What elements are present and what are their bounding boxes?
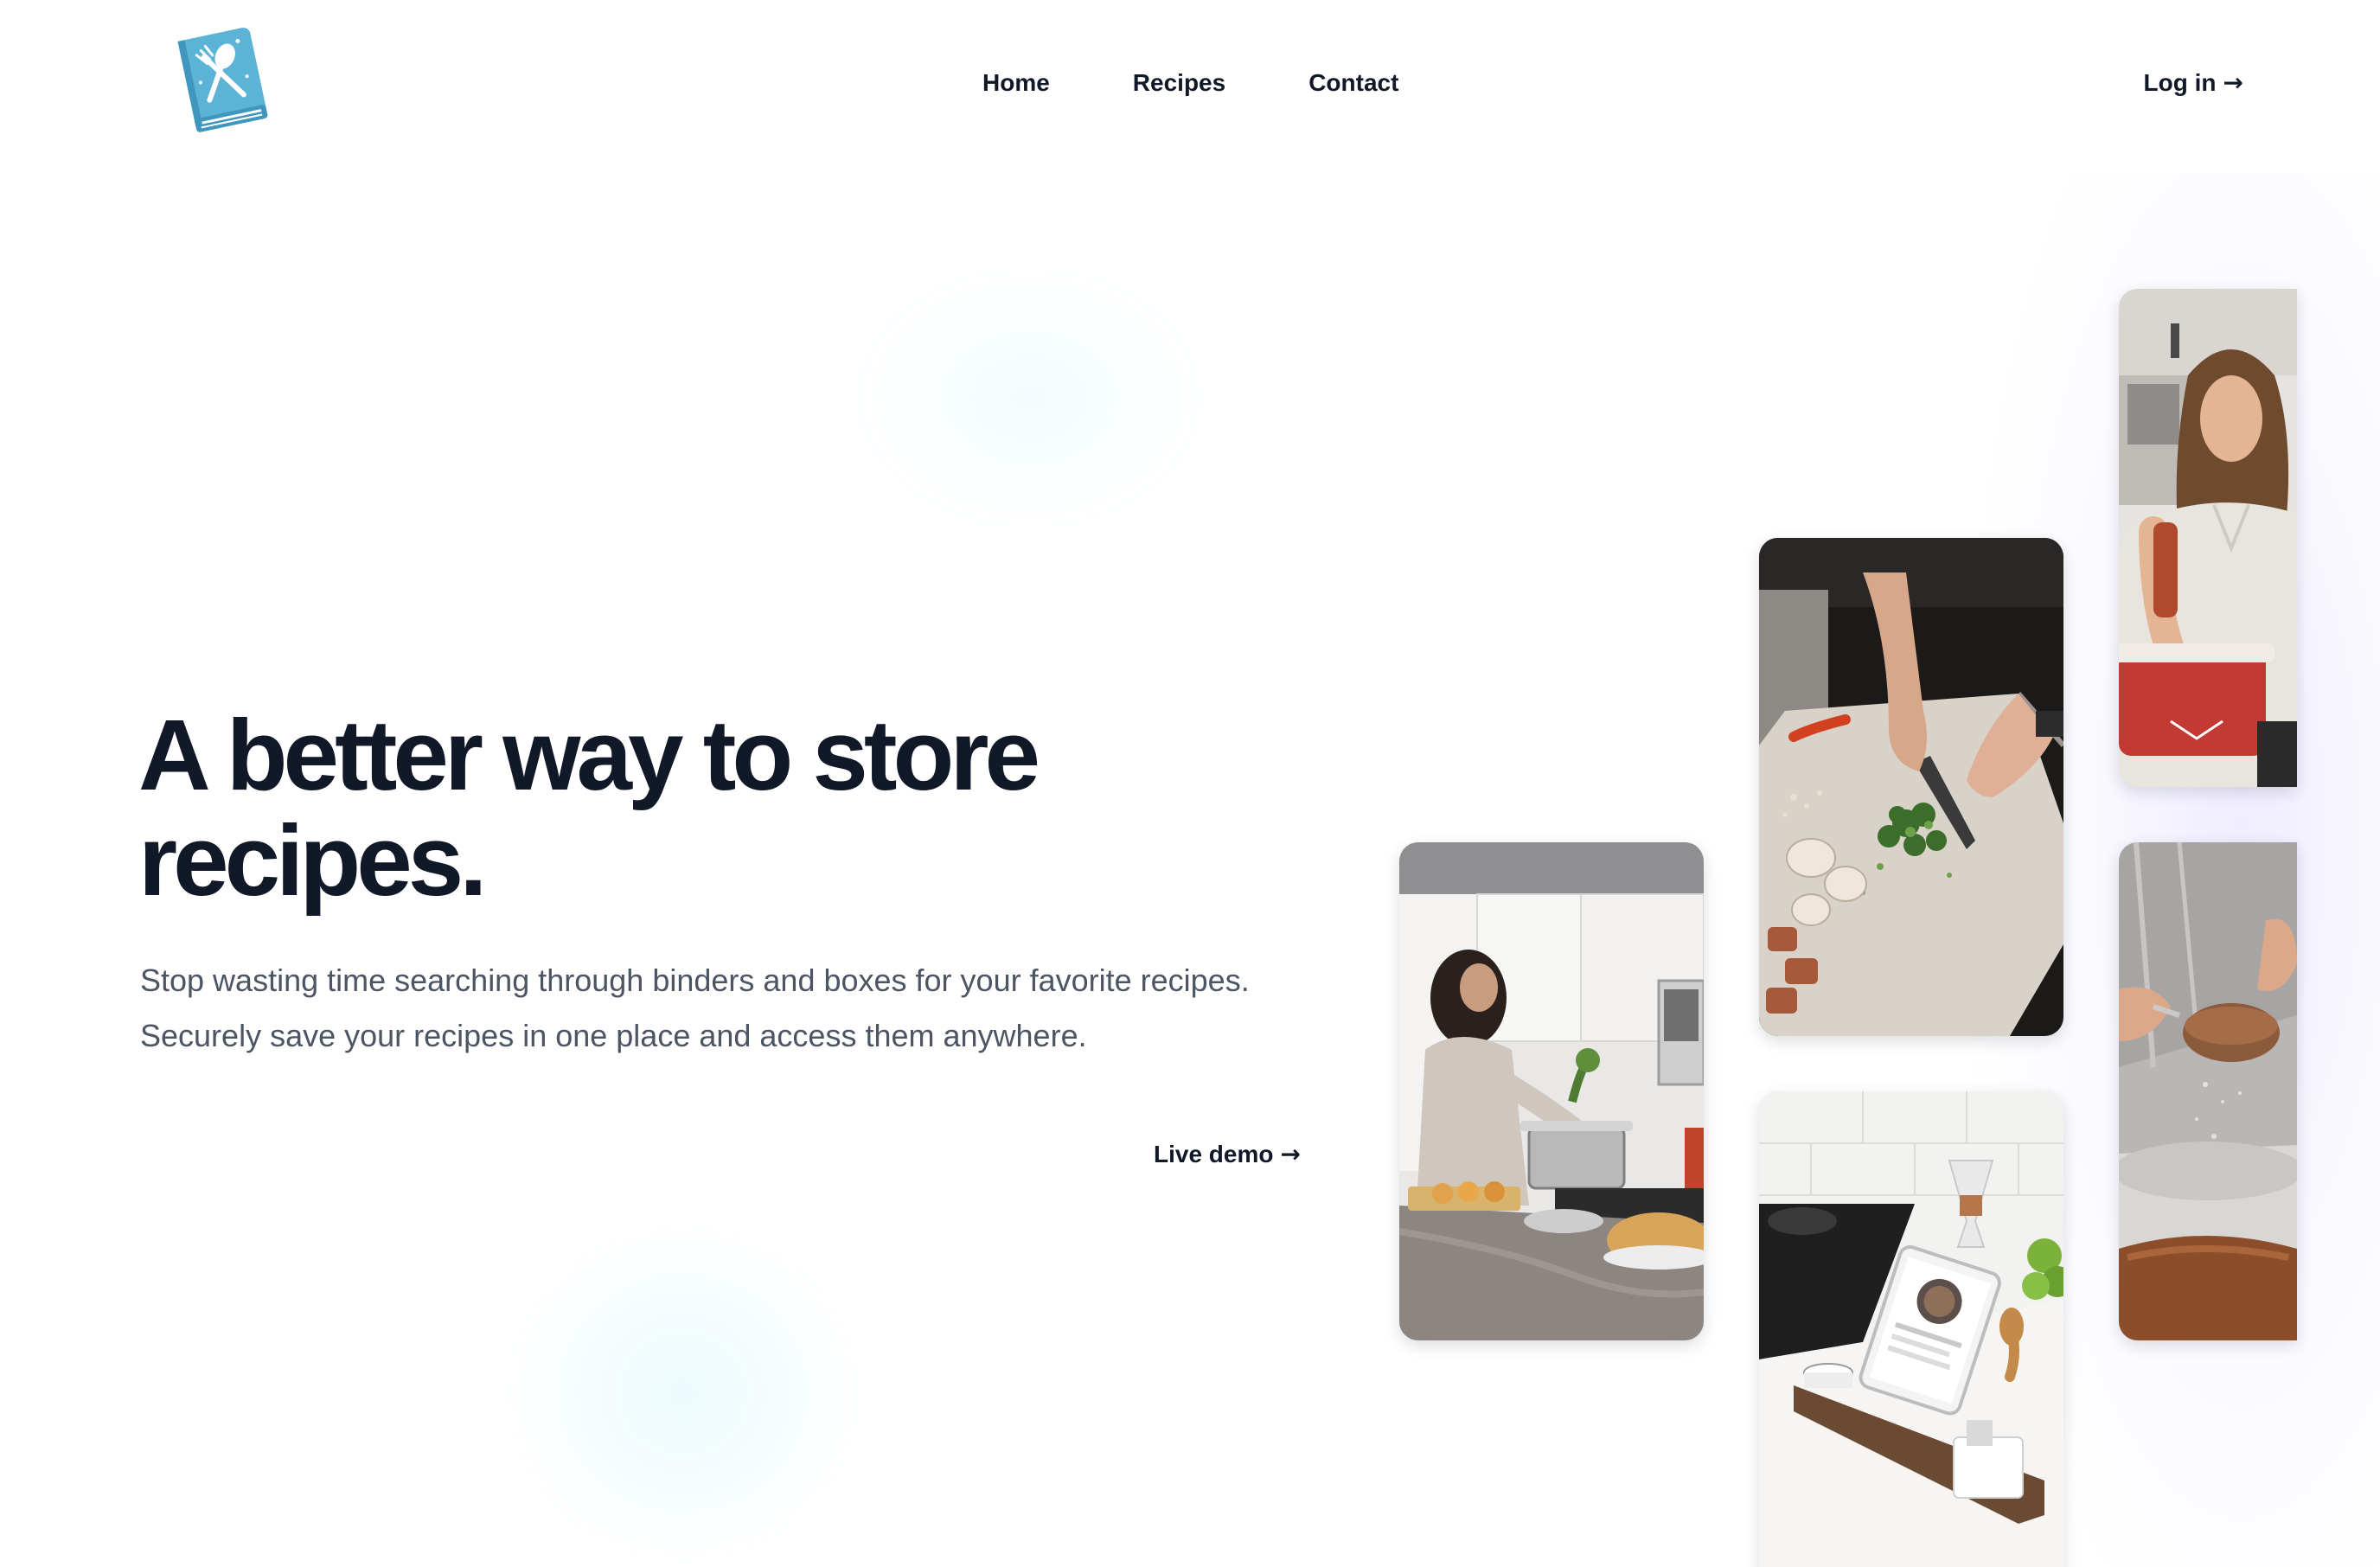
nav-recipes-link[interactable]: Recipes	[1133, 66, 1225, 100]
sifting-cocoa-photo	[2119, 842, 2297, 1340]
landing-page: Home Recipes Contact Log in → A better w…	[0, 0, 2380, 1567]
site-header: Home Recipes Contact Log in →	[0, 0, 2380, 164]
nav-contact-link[interactable]: Contact	[1308, 66, 1398, 100]
woman-pepper-grinder-photo	[2119, 289, 2297, 787]
hero-subtitle-line-1: Stop wasting time searching through bind…	[140, 963, 1250, 998]
hero-title: A better way to store recipes.	[138, 702, 1280, 913]
recipe-book-logo-icon[interactable]	[173, 26, 273, 135]
login-link[interactable]: Log in →	[2144, 66, 2243, 100]
arrow-right-icon: →	[2223, 68, 2243, 97]
main-nav: Home Recipes Contact	[982, 66, 1398, 100]
login-label: Log in	[2143, 69, 2217, 96]
nav-home-link[interactable]: Home	[982, 66, 1050, 100]
woman-cooking-photo	[1399, 842, 1704, 1340]
arrow-right-icon: →	[1280, 1140, 1301, 1168]
tablet-recipe-stand-photo	[1759, 1091, 2063, 1567]
live-demo-button[interactable]: Live demo →	[1154, 1136, 1301, 1173]
hero-subtitle: Stop wasting time searching through bind…	[140, 953, 1368, 1064]
hero-title-line-2: recipes.	[138, 804, 488, 917]
chopping-herbs-photo	[1759, 538, 2063, 1036]
hero-title-line-1: A better way to store	[138, 699, 1040, 811]
live-demo-label: Live demo	[1154, 1141, 1274, 1167]
hero-subtitle-line-2: Securely save your recipes in one place …	[140, 1018, 1087, 1053]
